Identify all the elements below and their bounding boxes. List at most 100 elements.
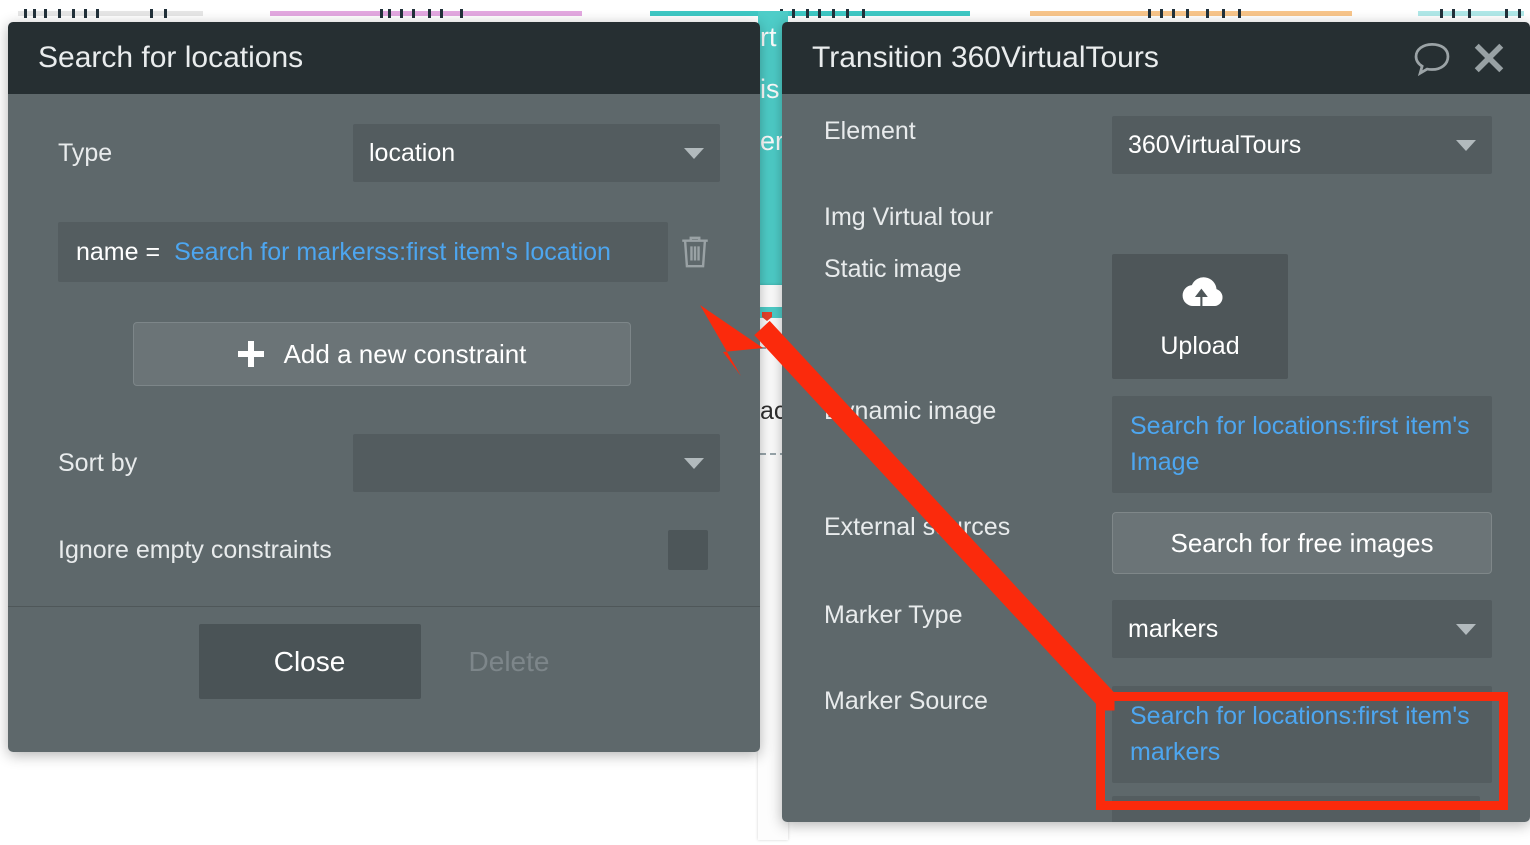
background-tick-17	[792, 9, 795, 18]
constraint-value[interactable]: Search for markerss:first item's locatio…	[174, 238, 611, 267]
delete-button[interactable]: Delete	[449, 646, 570, 678]
background-tick-2	[44, 9, 47, 18]
background-tick-24	[1160, 9, 1163, 18]
background-tick-11	[400, 9, 403, 18]
add-constraint-label: Add a new constraint	[283, 338, 527, 369]
background-tick-7	[150, 9, 153, 18]
img-virtual-tour-row: Img Virtual tour	[824, 202, 1492, 233]
img-virtual-tour-label: Img Virtual tour	[824, 203, 994, 231]
background-tick-21	[846, 9, 849, 18]
external-sources-label: External sources	[824, 513, 1011, 541]
constraint-field[interactable]: name = Search for markerss:first item's …	[58, 222, 668, 282]
background-tick-20	[832, 9, 835, 18]
transition-dialog-title: Transition 360VirtualTours	[812, 41, 1159, 74]
background-band-3	[1030, 11, 1352, 16]
marker-source-control: Search for locations:first item's marker…	[1112, 686, 1492, 783]
static-image-label: Static image	[824, 255, 962, 283]
type-label: Type	[58, 138, 113, 167]
constraint-row: name = Search for markerss:first item's …	[58, 222, 720, 282]
ignore-empty-constraints-label: Ignore empty constraints	[58, 535, 332, 564]
transition-dialog: Transition 360VirtualTours Element 360Vi…	[782, 22, 1530, 822]
sort-by-row: Sort by	[58, 434, 720, 492]
search-dialog-header: Search for locations	[8, 22, 760, 94]
background-tick-28	[1222, 9, 1225, 18]
chevron-down-icon	[684, 457, 704, 469]
background-tick-1	[33, 9, 36, 18]
external-sources-control: Search for free images	[1112, 512, 1492, 574]
background-tick-22	[862, 9, 865, 18]
partial-row-field[interactable]	[1112, 796, 1480, 822]
background-tick-29	[1238, 9, 1241, 18]
search-for-locations-dialog: Search for locations Type location name …	[8, 22, 760, 752]
background-tick-34	[1518, 9, 1521, 18]
ignore-empty-constraints-row: Ignore empty constraints	[58, 530, 720, 570]
marker-type-dropdown-value: markers	[1128, 614, 1219, 643]
element-dropdown[interactable]: 360VirtualTours	[1112, 116, 1492, 174]
background-tick-26	[1186, 9, 1189, 18]
background-tick-4	[72, 9, 75, 18]
dynamic-image-value[interactable]: Search for locations:first item's Image	[1112, 396, 1492, 493]
background-tick-6	[96, 9, 99, 18]
background-tick-10	[388, 9, 391, 18]
trash-icon[interactable]	[678, 233, 712, 271]
background-tick-5	[84, 9, 87, 18]
dynamic-image-control: Search for locations:first item's Image	[1112, 396, 1492, 493]
background-tick-19	[818, 9, 821, 18]
static-image-row: Static image Upload	[824, 254, 1492, 379]
type-dropdown[interactable]: location	[353, 124, 720, 182]
upload-button[interactable]: Upload	[1112, 254, 1288, 379]
transition-dialog-header: Transition 360VirtualTours	[782, 22, 1530, 94]
background-tick-32	[1468, 9, 1471, 18]
add-constraint-button[interactable]: Add a new constraint	[133, 322, 631, 386]
external-sources-row: External sources Search for free images	[824, 512, 1492, 574]
element-dropdown-value: 360VirtualTours	[1128, 130, 1302, 159]
background-tick-30	[1440, 9, 1443, 18]
transition-dialog-header-icons	[1412, 39, 1508, 77]
marker-type-label: Marker Type	[824, 601, 963, 629]
element-label: Element	[824, 117, 916, 145]
close-button[interactable]: Close	[198, 624, 421, 699]
search-dialog-footer: Close Delete	[8, 624, 760, 699]
marker-type-row: Marker Type markers	[824, 600, 1492, 658]
plus-icon	[237, 341, 264, 367]
type-row: Type location	[58, 124, 720, 182]
background-tick-25	[1172, 9, 1175, 18]
search-dialog-title: Search for locations	[38, 41, 304, 74]
background-tick-3	[58, 9, 61, 18]
dynamic-image-label: Dynamic image	[824, 397, 997, 425]
close-icon[interactable]	[1470, 39, 1508, 77]
background-tick-27	[1206, 9, 1209, 18]
search-free-images-button[interactable]: Search for free images	[1112, 512, 1492, 574]
background-tick-33	[1505, 9, 1508, 18]
background-tick-12	[412, 9, 415, 18]
background-tick-18	[806, 9, 809, 18]
element-control: 360VirtualTours	[1112, 116, 1492, 174]
marker-type-dropdown[interactable]: markers	[1112, 600, 1492, 658]
background-band-2	[650, 11, 970, 16]
upload-button-label: Upload	[1160, 331, 1240, 360]
background-tick-13	[428, 9, 431, 18]
element-row: Element 360VirtualTours	[824, 116, 1492, 174]
background-band-4	[1418, 11, 1524, 16]
background-tick-23	[1148, 9, 1151, 18]
dynamic-image-row: Dynamic image Search for locations:first…	[824, 396, 1492, 493]
static-image-control: Upload	[1112, 254, 1492, 379]
marker-type-control: markers	[1112, 600, 1492, 658]
background-tick-9	[380, 9, 383, 18]
background-tick-14	[440, 9, 443, 18]
marker-source-value[interactable]: Search for locations:first item's marker…	[1112, 686, 1492, 783]
cloud-upload-icon	[1172, 273, 1228, 320]
marker-source-label: Marker Source	[824, 687, 988, 715]
background-tick-8	[164, 9, 167, 18]
sort-by-label: Sort by	[58, 448, 138, 477]
sort-by-dropdown[interactable]	[353, 434, 720, 492]
chevron-down-icon	[684, 147, 704, 159]
ignore-empty-constraints-checkbox[interactable]	[668, 530, 708, 570]
search-dialog-body: Type location name = Search for markerss…	[8, 94, 760, 752]
background-tick-31	[1452, 9, 1455, 18]
transition-dialog-body: Element 360VirtualTours Img Virtual tour…	[782, 94, 1530, 822]
footer-divider	[8, 606, 760, 607]
comment-icon[interactable]	[1412, 39, 1452, 77]
chevron-down-icon	[1456, 139, 1476, 151]
marker-source-row: Marker Source Search for locations:first…	[824, 686, 1492, 783]
